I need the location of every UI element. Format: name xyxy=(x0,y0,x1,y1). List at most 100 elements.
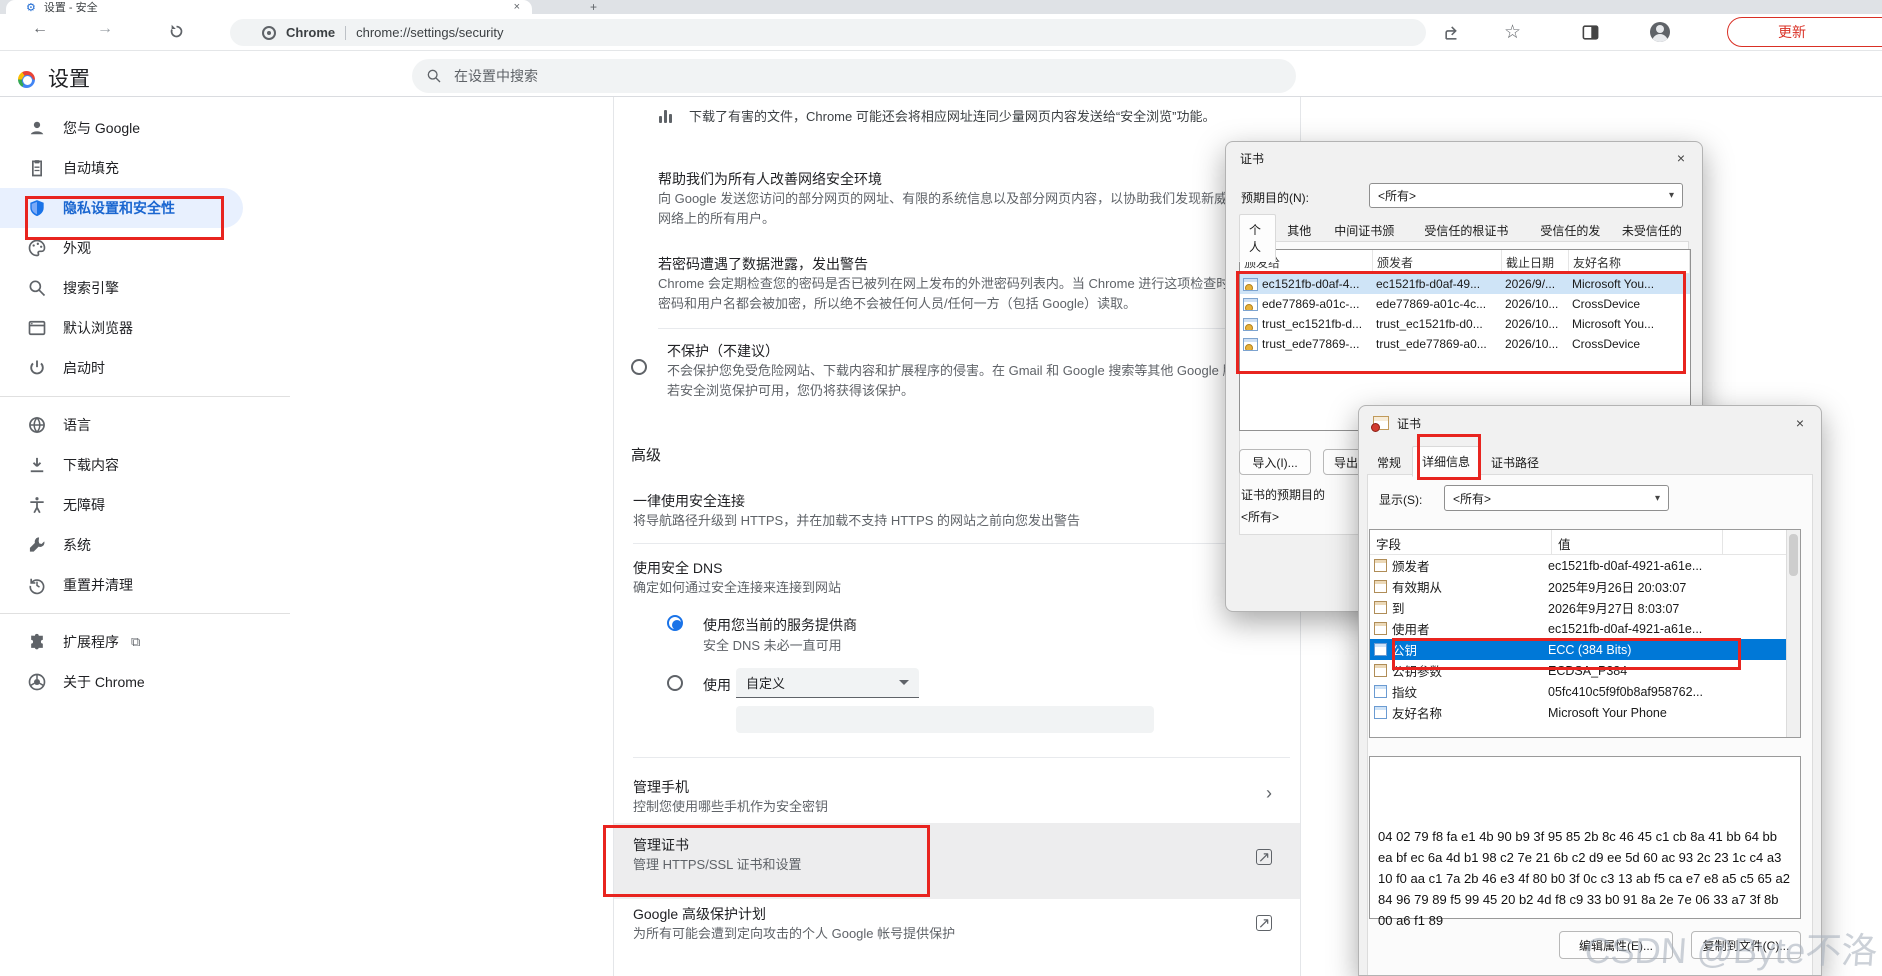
sidebar-item[interactable]: 扩展程序 ⧉ xyxy=(0,622,290,662)
dns-custom-dropdown[interactable]: 自定义 xyxy=(736,668,919,698)
field-row[interactable]: 颁发者 ec1521fb-d0af-4921-a61e... xyxy=(1370,555,1788,576)
tab-label: 证书路径 xyxy=(1491,456,1539,470)
field-row[interactable]: 友好名称 Microsoft Your Phone xyxy=(1370,702,1788,723)
shield-icon xyxy=(27,198,47,218)
sidebar-item[interactable]: 自动填充 ⧉ xyxy=(0,148,290,188)
certificate-row[interactable]: trust_ede77869-... trust_ede77869-a0... … xyxy=(1240,334,1690,354)
password-leak-desc: Chrome 会定期检查您的密码是否已被列在网上发布的外泄密码列表内。当 Chr… xyxy=(658,274,1280,313)
sidebar-item[interactable]: 启动时 ⧉ xyxy=(0,348,290,388)
sidebar-item[interactable]: 重置并清理 ⧉ xyxy=(0,565,290,605)
show-dropdown-value: <所有> xyxy=(1453,490,1491,507)
field-row[interactable]: 使用者 ec1521fb-d0af-4921-a61e... xyxy=(1370,618,1788,639)
copy-to-file-button[interactable]: 复制到文件(C)... xyxy=(1691,931,1801,959)
show-dropdown[interactable]: <所有> ▾ xyxy=(1444,485,1669,511)
sidebar-item[interactable]: 无障碍 ⧉ xyxy=(0,485,290,525)
field-name: 颁发者 xyxy=(1392,556,1430,575)
external-link-icon: ⧉ xyxy=(131,634,140,650)
field-value: ECC (384 Bits) xyxy=(1548,643,1788,657)
profile-avatar[interactable] xyxy=(1650,22,1670,42)
sidebar-item-label: 自动填充 xyxy=(63,158,119,178)
sidebar-item-label: 隐私设置和安全性 xyxy=(63,198,175,218)
scrollbar[interactable] xyxy=(1786,530,1800,737)
cell-friendly-name: Microsoft You... xyxy=(1568,317,1690,331)
external-link-icon[interactable]: ↗ xyxy=(1256,849,1272,865)
blue-icon xyxy=(1374,706,1387,719)
divider xyxy=(658,328,1290,329)
forward-icon[interactable]: → xyxy=(97,20,113,38)
col-issued-by[interactable]: 颁发者 xyxy=(1373,250,1502,273)
address-bar[interactable]: Chrome chrome://settings/security xyxy=(230,19,1426,46)
new-tab-button[interactable]: + xyxy=(590,0,597,14)
tan-icon xyxy=(1374,601,1387,614)
public-key-hex-view[interactable]: 04 02 79 f8 fa e1 4b 90 b9 3f 95 85 2b 8… xyxy=(1369,756,1801,919)
help-improve-title: 帮助我们为所有人改善网络安全环境 xyxy=(658,169,882,189)
sidebar-item[interactable]: 系统 ⧉ xyxy=(0,525,290,565)
field-row[interactable]: 指纹 05fc410c5f9f0b8af958762... xyxy=(1370,681,1788,702)
manage-certs-title: 管理证书 xyxy=(633,835,689,855)
certificate-list[interactable]: 颁发给 颁发者 截止日期 友好名称 ec1521fb-d0af-4... ec1… xyxy=(1239,249,1691,431)
sidebar-item[interactable]: 关于 Chrome ⧉ xyxy=(0,662,290,702)
chevron-down-icon: ▾ xyxy=(1655,493,1660,504)
sidebar-item[interactable]: 您与 Google ⧉ xyxy=(0,108,290,148)
field-row[interactable]: 到 2026年9月27日 8:03:07 xyxy=(1370,597,1788,618)
reload-icon[interactable] xyxy=(168,23,185,40)
person-icon xyxy=(27,118,47,138)
security-settings-content: 下载了有害的文件，Chrome 可能还会将相应网址连同少量网页内容发送给“安全浏… xyxy=(613,97,1301,976)
field-row[interactable]: 有效期从 2025年9月26日 20:03:07 xyxy=(1370,576,1788,597)
settings-search-input[interactable]: 在设置中搜索 xyxy=(412,59,1296,93)
sidebar-item[interactable]: 隐私设置和安全性 ⧉ xyxy=(0,188,243,228)
secure-dns-title: 使用安全 DNS xyxy=(633,558,722,578)
update-button[interactable]: 更新 xyxy=(1727,17,1882,47)
intended-purpose-dropdown[interactable]: <所有> ▾ xyxy=(1369,183,1683,208)
field-name: 公钥参数 xyxy=(1392,661,1442,680)
cell-friendly-name: CrossDevice xyxy=(1568,337,1690,351)
cert-detail-tab[interactable]: 证书路径 xyxy=(1481,448,1549,477)
certificate-row[interactable]: ede77869-a01c-... ede77869-a01c-4c... 20… xyxy=(1240,294,1690,314)
dns-custom-radio[interactable] xyxy=(667,675,683,691)
tab-close-icon[interactable]: × xyxy=(514,1,520,13)
close-icon[interactable]: × xyxy=(1789,413,1811,433)
sidebar-item-label: 默认浏览器 xyxy=(63,318,133,338)
chevron-right-icon[interactable]: › xyxy=(1266,783,1272,804)
cert-detail-tab[interactable]: 详细信息 xyxy=(1412,446,1480,477)
bookmark-star-icon[interactable]: ☆ xyxy=(1504,21,1521,44)
dns-provider-radio[interactable] xyxy=(667,615,683,631)
import-button[interactable]: 导入(I)... xyxy=(1239,449,1311,475)
browser-tab[interactable]: ⚙ 设置 - 安全 × xyxy=(6,0,532,14)
col-friendly-name[interactable]: 友好名称 xyxy=(1569,250,1690,273)
advanced-protection-title: Google 高级保护计划 xyxy=(633,904,766,924)
no-protection-radio[interactable] xyxy=(631,359,647,375)
col-expiration[interactable]: 截止日期 xyxy=(1502,250,1569,273)
cert-detail-tab[interactable]: 常规 xyxy=(1367,448,1411,477)
cell-issued-by: ede77869-a01c-4c... xyxy=(1372,297,1501,311)
side-panel-icon[interactable] xyxy=(1581,23,1600,42)
sidebar-item-label: 关于 Chrome xyxy=(63,672,145,692)
dns-custom-input[interactable] xyxy=(736,706,1154,733)
sidebar-item[interactable]: 外观 ⧉ xyxy=(0,228,290,268)
certificate-row[interactable]: ec1521fb-d0af-4... ec1521fb-d0af-49... 2… xyxy=(1240,274,1690,294)
sidebar-item[interactable]: 默认浏览器 ⧉ xyxy=(0,308,290,348)
field-row[interactable]: 公钥 ECC (384 Bits) xyxy=(1370,639,1788,660)
field-row[interactable]: 公钥参数 ECDSA_P384 xyxy=(1370,660,1788,681)
sidebar-item[interactable]: 语言 ⧉ xyxy=(0,405,290,445)
dns-custom-dropdown-value: 自定义 xyxy=(746,673,785,692)
chevron-down-icon xyxy=(899,680,909,685)
share-icon[interactable] xyxy=(1443,23,1462,42)
no-protection-title: 不保护（不建议） xyxy=(667,341,779,361)
close-icon[interactable]: × xyxy=(1670,148,1692,168)
field-table[interactable]: 字段 值 颁发者 ec1521fb-d0af-4921-a61e... 有效期从… xyxy=(1369,529,1801,738)
certificate-row[interactable]: trust_ec1521fb-d... trust_ec1521fb-d0...… xyxy=(1240,314,1690,334)
cert-store-tab[interactable]: 个人 xyxy=(1239,214,1276,262)
col-value[interactable]: 值 xyxy=(1552,530,1723,554)
sidebar-item[interactable]: 搜索引擎 ⧉ xyxy=(0,268,290,308)
back-icon[interactable]: ← xyxy=(32,20,48,38)
external-link-icon[interactable]: ↗ xyxy=(1256,915,1272,931)
chrome-logo-icon xyxy=(18,71,35,88)
sidebar-item[interactable]: 下载内容 ⧉ xyxy=(0,445,290,485)
advanced-section-label[interactable]: 高级 xyxy=(631,444,661,465)
sidebar-item-label: 重置并清理 xyxy=(63,575,133,595)
col-field[interactable]: 字段 xyxy=(1370,530,1552,554)
url-host: Chrome xyxy=(286,25,335,40)
edit-properties-button[interactable]: 编辑属性(E)... xyxy=(1559,931,1673,959)
dialog-title: 证书 xyxy=(1397,415,1421,432)
